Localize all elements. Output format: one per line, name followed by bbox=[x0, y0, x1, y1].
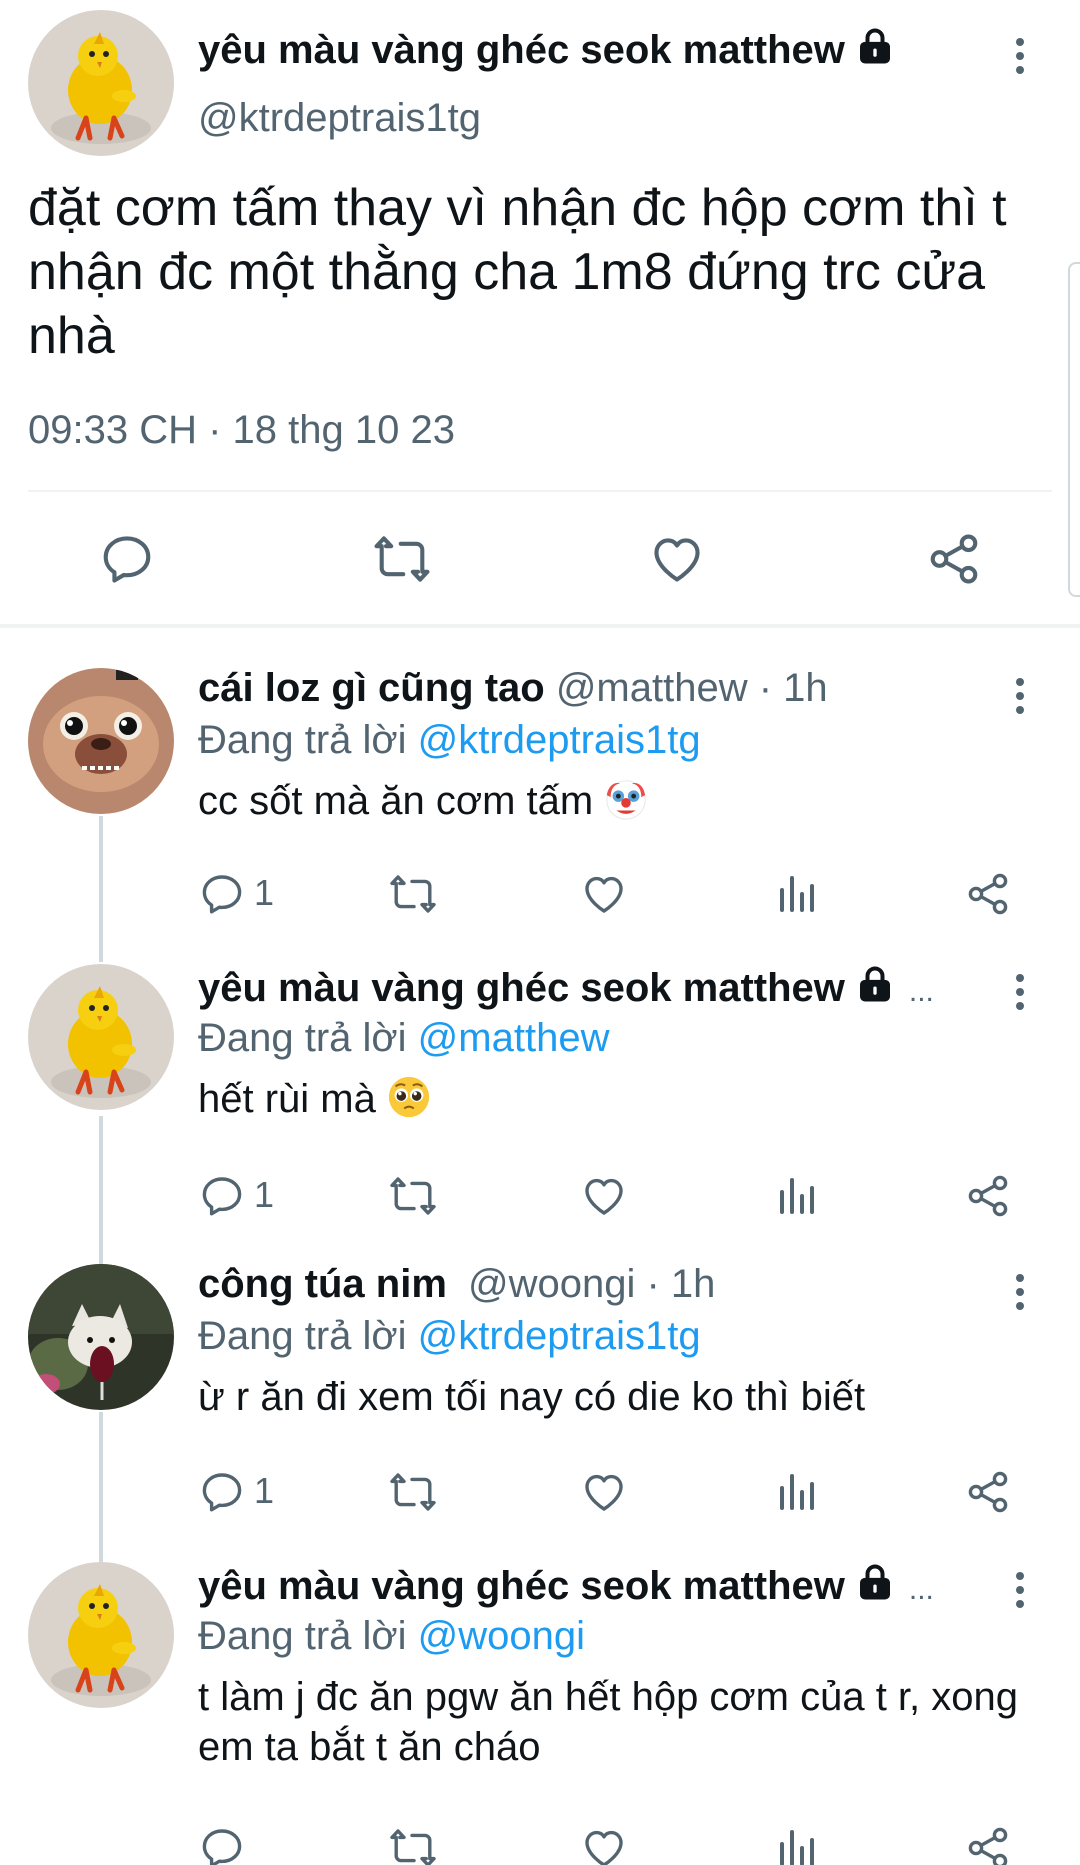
reply-actions: 1 bbox=[198, 870, 1018, 920]
more-options-icon[interactable] bbox=[1015, 1274, 1025, 1312]
clown-face-emoji bbox=[603, 776, 649, 822]
lock-icon bbox=[855, 26, 895, 66]
share-icon[interactable] bbox=[964, 1172, 1012, 1220]
avatar[interactable] bbox=[28, 668, 174, 814]
replying-to: Đang trả lời @woongi bbox=[198, 1614, 585, 1659]
replying-mention[interactable]: @ktrdeptrais1tg bbox=[418, 1314, 701, 1358]
reply-icon[interactable] bbox=[198, 1824, 246, 1865]
retweet-icon[interactable] bbox=[388, 1824, 438, 1865]
share-icon[interactable] bbox=[964, 870, 1012, 918]
author-display-name[interactable]: yêu màu vàng ghéc seok matthew bbox=[198, 28, 845, 72]
reply-tweet: cái loz gì cũng tao @matthew · 1h Đang t… bbox=[0, 666, 1080, 936]
reply-actions bbox=[198, 1824, 1018, 1865]
more-options-icon[interactable] bbox=[1015, 38, 1025, 76]
tweet-text: đặt cơm tấm thay vì nhận đc hộp cơm thì … bbox=[28, 179, 1007, 365]
share-icon[interactable] bbox=[964, 1824, 1012, 1865]
reply-tweet: yêu màu vàng ghéc seok matthew... Đang t… bbox=[0, 964, 1080, 1234]
main-tweet: yêu màu vàng ghéc seok matthew @ktrdeptr… bbox=[0, 0, 1080, 628]
reply-meta: @woongi · 1h bbox=[468, 1262, 716, 1306]
retweet-icon[interactable] bbox=[388, 1468, 438, 1516]
reply-icon[interactable] bbox=[98, 530, 156, 588]
lock-icon bbox=[855, 1562, 895, 1602]
retweet-icon[interactable] bbox=[388, 870, 438, 918]
replying-mention[interactable]: @woongi bbox=[418, 1614, 585, 1658]
like-icon[interactable] bbox=[580, 1172, 628, 1220]
tweet-timestamp[interactable]: 09:33 CH · 18 thg 10 23 bbox=[28, 408, 455, 453]
retweet-icon[interactable] bbox=[371, 530, 433, 588]
reply-header: công túa nim @woongi · 1h bbox=[198, 1262, 715, 1307]
more-options-icon[interactable] bbox=[1015, 678, 1025, 716]
reply-icon[interactable] bbox=[198, 1468, 246, 1516]
like-icon[interactable] bbox=[580, 1824, 628, 1865]
scrollbar[interactable] bbox=[1068, 262, 1080, 597]
avatar[interactable] bbox=[28, 964, 174, 1110]
chick-avatar-image bbox=[28, 10, 174, 156]
reply-text: hết rùi mà bbox=[198, 1077, 376, 1121]
reply-count: 1 bbox=[254, 1470, 275, 1511]
tweet-actions bbox=[0, 520, 1080, 600]
views-icon[interactable] bbox=[772, 1824, 820, 1865]
truncation-ellipsis: ... bbox=[908, 975, 934, 1008]
author-name-row[interactable]: yêu màu vàng ghéc seok matthew bbox=[198, 26, 895, 73]
share-icon[interactable] bbox=[964, 1468, 1012, 1516]
reply-icon[interactable] bbox=[198, 870, 246, 918]
reply-display-name[interactable]: công túa nim bbox=[198, 1262, 447, 1306]
reply-actions: 1 bbox=[198, 1468, 1018, 1518]
like-icon[interactable] bbox=[648, 530, 706, 588]
like-icon[interactable] bbox=[580, 870, 628, 918]
chick-avatar-image bbox=[28, 1562, 174, 1708]
avatar[interactable] bbox=[28, 1562, 174, 1708]
truncation-ellipsis: ... bbox=[908, 1573, 934, 1606]
reply-count: 1 bbox=[254, 1174, 275, 1215]
more-options-icon[interactable] bbox=[1015, 974, 1025, 1012]
replying-to: Đang trả lời @ktrdeptrais1tg bbox=[198, 718, 701, 763]
reply-display-name[interactable]: cái loz gì cũng tao bbox=[198, 666, 545, 710]
replying-to: Đang trả lời @ktrdeptrais1tg bbox=[198, 1314, 701, 1359]
share-icon[interactable] bbox=[925, 530, 983, 588]
dog-avatar-image bbox=[28, 668, 174, 814]
replying-mention[interactable]: @ktrdeptrais1tg bbox=[418, 718, 701, 762]
reply-meta: @matthew · 1h bbox=[555, 666, 828, 710]
divider bbox=[28, 490, 1052, 492]
reply-header: yêu màu vàng ghéc seok matthew... bbox=[198, 1562, 934, 1609]
section-separator bbox=[0, 624, 1080, 628]
reply-text-row: cc sốt mà ăn cơm tấm bbox=[198, 776, 1028, 826]
reply-actions: 1 bbox=[198, 1172, 1018, 1222]
pleading-face-emoji bbox=[386, 1074, 432, 1120]
replying-mention[interactable]: @matthew bbox=[418, 1016, 610, 1060]
replying-prefix: Đang trả lời bbox=[198, 1314, 407, 1358]
author-handle[interactable]: @ktrdeptrais1tg bbox=[198, 96, 481, 141]
reply-text-row: ừ r ăn đi xem tối nay có die ko thì biết bbox=[198, 1372, 1028, 1422]
avatar[interactable] bbox=[28, 1264, 174, 1410]
retweet-icon[interactable] bbox=[388, 1172, 438, 1220]
reply-display-name[interactable]: yêu màu vàng ghéc seok matthew bbox=[198, 966, 845, 1010]
replying-prefix: Đang trả lời bbox=[198, 718, 407, 762]
replying-prefix: Đang trả lời bbox=[198, 1016, 407, 1060]
avatar[interactable] bbox=[28, 10, 174, 156]
reply-text: ừ r ăn đi xem tối nay có die ko thì biết bbox=[198, 1375, 866, 1419]
replying-prefix: Đang trả lời bbox=[198, 1614, 407, 1658]
reply-text: cc sốt mà ăn cơm tấm bbox=[198, 779, 594, 823]
more-options-icon[interactable] bbox=[1015, 1572, 1025, 1610]
views-icon[interactable] bbox=[772, 1172, 820, 1220]
views-icon[interactable] bbox=[772, 870, 820, 918]
cat-avatar-image bbox=[28, 1264, 174, 1410]
reply-icon[interactable] bbox=[198, 1172, 246, 1220]
reply-count: 1 bbox=[254, 872, 275, 913]
reply-header: cái loz gì cũng tao @matthew · 1h bbox=[198, 666, 828, 711]
chick-avatar-image bbox=[28, 964, 174, 1110]
reply-text: t làm j đc ăn pgw ăn hết hộp cơm của t r… bbox=[198, 1675, 1018, 1769]
reply-text-row: hết rùi mà bbox=[198, 1074, 1028, 1124]
reply-tweet: công túa nim @woongi · 1h Đang trả lời @… bbox=[0, 1262, 1080, 1532]
reply-header: yêu màu vàng ghéc seok matthew... bbox=[198, 964, 934, 1011]
views-icon[interactable] bbox=[772, 1468, 820, 1516]
reply-tweet: yêu màu vàng ghéc seok matthew... Đang t… bbox=[0, 1562, 1080, 1865]
reply-display-name[interactable]: yêu màu vàng ghéc seok matthew bbox=[198, 1564, 845, 1608]
lock-icon bbox=[855, 964, 895, 1004]
replying-to: Đang trả lời @matthew bbox=[198, 1016, 609, 1061]
like-icon[interactable] bbox=[580, 1468, 628, 1516]
